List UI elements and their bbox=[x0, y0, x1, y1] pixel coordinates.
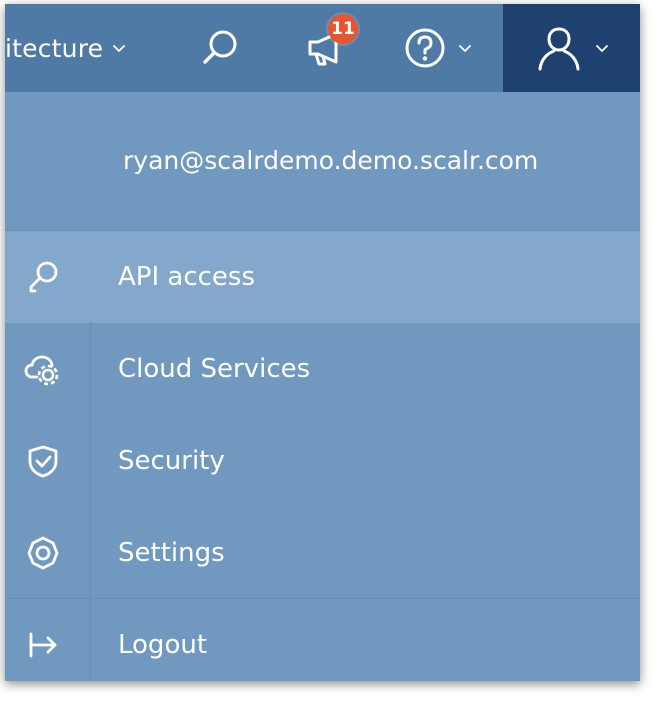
chevron-down-icon bbox=[595, 45, 608, 52]
menu-item-label: Settings bbox=[118, 538, 225, 568]
account-email: ryan@scalrdemo.demo.scalr.com bbox=[123, 146, 539, 175]
logout-icon bbox=[21, 599, 65, 681]
gear-icon bbox=[21, 507, 65, 599]
notification-badge: 11 bbox=[328, 14, 358, 44]
search-icon bbox=[203, 30, 237, 64]
key-icon bbox=[21, 231, 65, 323]
cloud-gear-icon bbox=[21, 323, 65, 415]
menu-item-settings[interactable]: Settings bbox=[5, 507, 640, 599]
user-dropdown-menu: ryan@scalrdemo.demo.scalr.com API access bbox=[5, 92, 640, 681]
menu-item-label: Security bbox=[118, 446, 225, 476]
user-menu-button[interactable] bbox=[503, 4, 640, 92]
shield-icon bbox=[21, 415, 65, 507]
menu-item-cloud-services[interactable]: Cloud Services bbox=[5, 323, 640, 415]
menu-item-label: Logout bbox=[118, 630, 208, 660]
help-icon bbox=[405, 28, 445, 68]
environment-selector-label: itecture bbox=[5, 33, 104, 63]
help-button[interactable] bbox=[393, 4, 483, 92]
chevron-down-icon bbox=[113, 45, 126, 52]
menu-item-api-access[interactable]: API access bbox=[5, 231, 640, 323]
menu-item-label: Cloud Services bbox=[118, 354, 311, 384]
menu-item-label: API access bbox=[118, 262, 256, 292]
icon-column-divider bbox=[90, 322, 91, 681]
search-button[interactable] bbox=[191, 4, 249, 92]
environment-selector[interactable]: itecture bbox=[5, 4, 127, 92]
chevron-down-icon bbox=[459, 45, 471, 52]
app-window: itecture 11 ryan@scalrdemo.demo.scalr.co… bbox=[5, 4, 640, 681]
account-email-row: ryan@scalrdemo.demo.scalr.com bbox=[5, 92, 640, 230]
top-bar: itecture 11 bbox=[5, 4, 640, 92]
user-icon bbox=[538, 27, 579, 71]
menu-item-logout[interactable]: Logout bbox=[5, 599, 640, 681]
menu-item-security[interactable]: Security bbox=[5, 415, 640, 507]
